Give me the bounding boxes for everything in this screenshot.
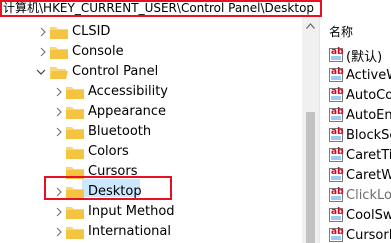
string-value-icon: ab: [329, 147, 344, 162]
list-item[interactable]: ab CoolSwi: [329, 205, 391, 225]
list-item[interactable]: ab ActiveW: [329, 65, 391, 85]
tree-scrollbar[interactable]: [302, 17, 319, 243]
string-value-icon: ab: [329, 47, 344, 62]
chevron-right-icon[interactable]: [54, 227, 64, 237]
folder-icon: [66, 107, 84, 119]
string-value-icon: ab: [329, 87, 344, 102]
address-path: 计算机\HKEY_CURRENT_USER\Control Panel\Desk…: [3, 1, 315, 15]
tree-item-control-panel[interactable]: Control Panel: [72, 62, 158, 82]
list-item[interactable]: ab ClickLoc: [329, 185, 391, 205]
chevron-right-icon[interactable]: [54, 107, 64, 117]
scrollbar-thumb[interactable]: [306, 112, 315, 243]
tree-item-accessibility[interactable]: Accessibility: [88, 82, 168, 102]
string-value-icon: ab: [329, 127, 344, 142]
tree-item-colors[interactable]: Colors: [88, 142, 129, 162]
tree-item-bluetooth[interactable]: Bluetooth: [88, 122, 151, 142]
scroll-up-icon[interactable]: [306, 23, 315, 29]
highlight-annotation-box: [44, 176, 172, 200]
chevron-right-icon[interactable]: [38, 27, 48, 37]
chevron-right-icon[interactable]: [54, 207, 64, 217]
folder-icon: [66, 127, 84, 139]
tree-item-input-method[interactable]: Input Method: [88, 202, 175, 222]
folder-icon: [66, 87, 84, 99]
chevron-right-icon[interactable]: [54, 87, 64, 97]
list-item[interactable]: ab CaretTin: [329, 145, 391, 165]
folder-open-icon: [50, 67, 68, 79]
tree-item-console[interactable]: Console: [72, 42, 124, 62]
chevron-right-icon[interactable]: [38, 47, 48, 57]
string-value-icon: ab: [329, 67, 344, 82]
folder-icon: [50, 47, 68, 59]
chevron-down-icon[interactable]: [36, 67, 46, 77]
values-list: 名称 ab (默认) ab ActiveW ab AutoCol ab Auto…: [326, 17, 391, 243]
column-header-name[interactable]: 名称: [329, 23, 353, 40]
list-item[interactable]: ab CursorB: [329, 225, 391, 243]
address-bar[interactable]: 计算机\HKEY_CURRENT_USER\Control Panel\Desk…: [0, 0, 322, 17]
string-value-icon: ab: [329, 207, 344, 222]
string-value-icon: ab: [329, 227, 344, 242]
folder-icon: [50, 27, 68, 39]
tree-item-appearance[interactable]: Appearance: [88, 102, 166, 122]
tree-item-international[interactable]: International: [88, 222, 171, 242]
chevron-right-icon[interactable]: [54, 127, 64, 137]
list-item[interactable]: ab AutoEnd: [329, 105, 391, 125]
string-value-icon: ab: [329, 107, 344, 122]
list-item[interactable]: ab (默认): [329, 45, 382, 65]
string-value-icon: ab: [329, 167, 344, 182]
list-item[interactable]: ab AutoCol: [329, 85, 391, 105]
string-value-icon: ab: [329, 187, 344, 202]
folder-icon: [66, 227, 84, 239]
pane-splitter[interactable]: [319, 17, 325, 243]
tree-item-clsid[interactable]: CLSID: [72, 22, 110, 42]
folder-icon: [66, 147, 84, 159]
registry-tree: CLSID Console Control Panel Accessibilit…: [0, 17, 302, 243]
folder-icon: [66, 207, 84, 219]
list-item[interactable]: ab CaretWi: [329, 165, 391, 185]
list-item[interactable]: ab BlockSe: [329, 125, 391, 145]
